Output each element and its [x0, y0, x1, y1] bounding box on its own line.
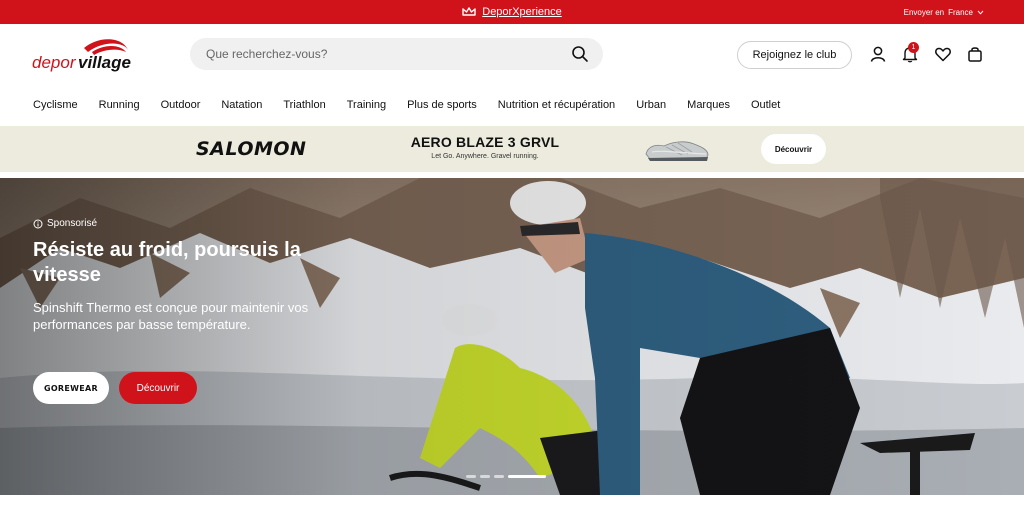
hero-background-image: [0, 178, 1024, 495]
nav-item-outdoor[interactable]: Outdoor: [161, 99, 201, 111]
nav-item-plus-de-sports[interactable]: Plus de sports: [407, 99, 477, 111]
svg-text:village: village: [78, 53, 131, 72]
shipping-label: Envoyer en: [903, 7, 945, 17]
user-icon[interactable]: [869, 45, 887, 63]
join-club-button[interactable]: Rejoignez le club: [737, 41, 852, 69]
nav-item-marques[interactable]: Marques: [687, 99, 730, 111]
shipping-country: France: [948, 7, 973, 17]
nav-item-natation[interactable]: Natation: [221, 99, 262, 111]
carousel-dot[interactable]: [480, 475, 490, 478]
hero-banner: Sponsorisé Résiste au froid, poursuis la…: [0, 178, 1024, 495]
search-icon[interactable]: [571, 45, 589, 63]
nav-item-outlet[interactable]: Outlet: [751, 99, 780, 111]
sponsored-tag: Sponsorisé: [33, 218, 97, 229]
nav-item-triathlon[interactable]: Triathlon: [283, 99, 325, 111]
heart-icon[interactable]: [934, 45, 952, 63]
deporxperience-link[interactable]: DeporXperience: [482, 6, 562, 18]
promo-discover-button[interactable]: Découvrir: [761, 134, 826, 164]
info-icon: [33, 219, 43, 228]
shipping-selector[interactable]: Envoyer en France: [904, 0, 984, 24]
carousel-dot[interactable]: [466, 475, 476, 478]
promo-brand-logo: SALOMON: [196, 138, 307, 160]
deporvillage-logo[interactable]: depor village: [32, 38, 132, 74]
shoe-image: [645, 141, 709, 161]
main-nav: Cyclisme Running Outdoor Natation Triath…: [0, 86, 1024, 124]
promo-subtitle: Let Go. Anywhere. Gravel running.: [431, 153, 539, 160]
notification-badge: 1: [908, 42, 919, 53]
hero-discover-button[interactable]: Découvrir: [119, 372, 197, 404]
bag-icon[interactable]: [966, 45, 984, 63]
crown-icon: [462, 7, 476, 16]
top-promo-bar: DeporXperience Envoyer en France: [0, 0, 1024, 24]
carousel-indicators: [466, 475, 546, 478]
search-input[interactable]: [206, 47, 546, 61]
hero-title: Résiste au froid, poursuis la vitesse: [33, 239, 301, 286]
nav-item-training[interactable]: Training: [347, 99, 386, 111]
nav-item-urban[interactable]: Urban: [636, 99, 666, 111]
search-bar[interactable]: [190, 38, 603, 70]
top-promo-center: DeporXperience: [0, 0, 1024, 24]
salomon-promo-banner[interactable]: SALOMON AERO BLAZE 3 GRVL Let Go. Anywhe…: [0, 126, 1024, 172]
site-header: depor village Rejoignez le club 1: [0, 24, 1024, 86]
carousel-dot[interactable]: [494, 475, 504, 478]
nav-item-cyclisme[interactable]: Cyclisme: [33, 99, 78, 111]
hero-description: Spinshift Thermo est conçue pour mainten…: [33, 300, 309, 332]
promo-title: AERO BLAZE 3 GRVL: [410, 134, 560, 150]
gorewear-brand-button[interactable]: GOREWEAR: [33, 372, 109, 404]
nav-item-running[interactable]: Running: [99, 99, 140, 111]
svg-text:depor: depor: [32, 53, 77, 72]
carousel-dot-active[interactable]: [508, 475, 546, 478]
chevron-down-icon: [977, 10, 984, 15]
sponsored-label: Sponsorisé: [47, 218, 98, 229]
nav-item-nutrition[interactable]: Nutrition et récupération: [498, 99, 615, 111]
